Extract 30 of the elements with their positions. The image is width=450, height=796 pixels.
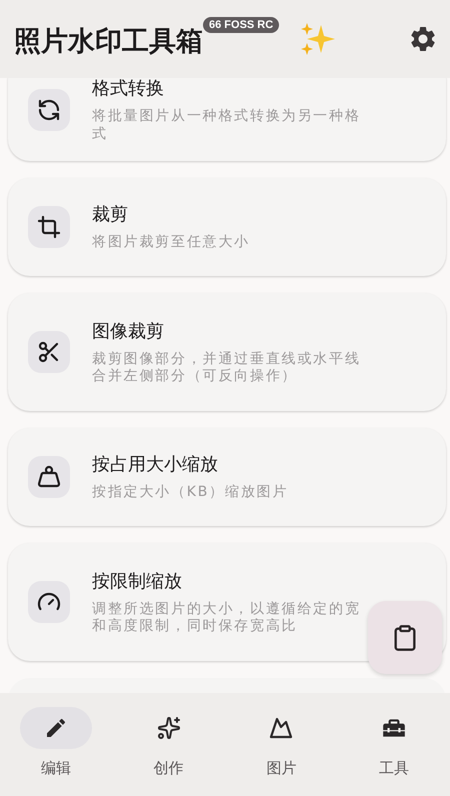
version-badge: 66 FOSS RC [203, 17, 280, 33]
mountain-icon [269, 716, 294, 740]
pencil-icon [44, 716, 68, 740]
tool-icon [28, 206, 70, 248]
sparkles-icon [156, 716, 181, 740]
tool-title: 裁剪 [92, 203, 129, 226]
nav-tab[interactable]: 工具 [346, 707, 442, 796]
tool-description: 裁剪图像部分，并通过垂直线或水平线合并左侧部分（可反向操作） [92, 350, 362, 386]
tool-title: 格式转换 [92, 78, 165, 100]
tool-icon [28, 456, 70, 498]
nav-tab[interactable]: 创作 [120, 707, 217, 796]
tool-card[interactable]: 裁剪 将图片裁剪至任意大小 [8, 178, 446, 276]
tool-title: 图像裁剪 [92, 320, 165, 342]
tool-description: 按指定大小（KB）缩放图片 [92, 484, 288, 502]
tool-icon [28, 331, 70, 373]
app-title: 照片水印工具箱 [14, 25, 203, 59]
tool-icon [28, 581, 70, 623]
tool-card[interactable]: 按占用大小缩放 按指定大小（KB）缩放图片 [8, 428, 446, 526]
tool-card[interactable]: 格式转换 将批量图片从一种格式转换为另一种格式 [8, 78, 446, 161]
tool-description: 调整所选图片的大小，以遵循给定的宽和高度限制，同时保存宽高比 [92, 600, 362, 636]
clipboard-button[interactable] [368, 601, 442, 674]
tool-description: 将批量图片从一种格式转换为另一种格式 [92, 108, 362, 143]
tool-description: 将图片裁剪至任意大小 [92, 234, 250, 252]
tool-title: 按限制缩放 [92, 570, 183, 592]
tool-icon [28, 88, 70, 130]
tool-card[interactable]: 按限制缩放 调整所选图片的大小，以遵循给定的宽和高度限制，同时保存宽高比 [8, 543, 446, 661]
nav-tab[interactable]: 编辑 [8, 707, 104, 796]
nav-tab[interactable]: 图片 [233, 707, 330, 796]
tool-title: 按占用大小缩放 [92, 453, 219, 476]
tool-card[interactable]: 图像裁剪 裁剪图像部分，并通过垂直线或水平线合并左侧部分（可反向操作） [8, 293, 446, 411]
